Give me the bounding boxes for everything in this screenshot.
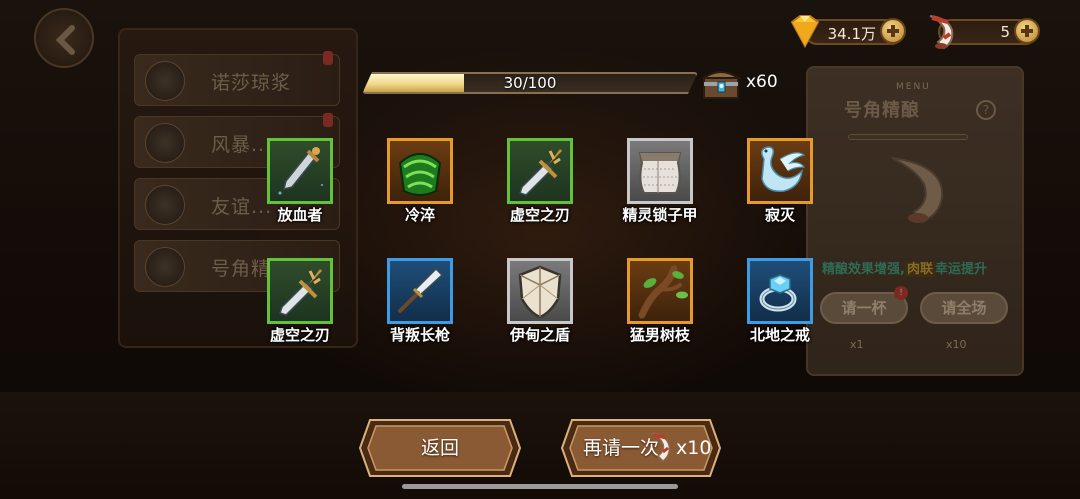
reward-item-name: 虚空之刃 <box>509 206 570 224</box>
menu-item-drink-1[interactable]: 诺莎琼浆 <box>134 51 340 106</box>
horn-drink-icon <box>891 157 944 224</box>
drink-icon <box>145 185 185 225</box>
green-armor-icon <box>387 138 453 204</box>
notification-dot <box>323 51 333 65</box>
reward-item[interactable]: 虚空之刃 <box>240 258 360 358</box>
reward-item[interactable]: 背叛长枪 <box>360 258 480 358</box>
progress-text: 30/100 <box>503 74 557 92</box>
reward-item-name: 背叛长枪 <box>389 326 450 344</box>
draw-again-button[interactable]: 再请一次 x10 <box>560 418 722 478</box>
horn-cup-icon <box>651 432 671 462</box>
home-indicator[interactable] <box>402 484 678 489</box>
reward-item-name: 精灵锁子甲 <box>622 206 698 224</box>
reward-item-name: 冷淬 <box>404 206 435 224</box>
add-diamond-button[interactable] <box>880 18 906 44</box>
ring-icon <box>747 258 813 324</box>
void-blade-icon <box>507 138 573 204</box>
chainmail-icon <box>627 138 693 204</box>
reward-item[interactable]: 精灵锁子甲 <box>600 138 720 238</box>
drink-progress-bar <box>848 134 968 140</box>
reward-item-name: 猛男树枝 <box>629 326 690 344</box>
shield-icon <box>507 258 573 324</box>
reward-item[interactable]: 北地之戒 <box>720 258 840 358</box>
reward-item-name: 北地之戒 <box>749 326 810 344</box>
reward-item-name: 伊甸之盾 <box>509 326 570 344</box>
treat-all-cost: x10 <box>946 338 967 351</box>
treat-one-cost: x1 <box>850 338 864 351</box>
reward-item[interactable]: 猛男树枝 <box>600 258 720 358</box>
void-blade-icon <box>267 258 333 324</box>
reward-item-name: 虚空之刃 <box>269 326 330 344</box>
treat-all-button[interactable]: 请全场 <box>920 292 1008 324</box>
reward-item[interactable]: 伊甸之盾 <box>480 258 600 358</box>
chest-count: x60 <box>746 72 778 92</box>
back-arrow-button[interactable] <box>34 8 94 68</box>
reward-item-name: 放血者 <box>277 206 323 224</box>
buff-description: 精酿效果增强, 肉联 幸运提升 <box>822 258 987 277</box>
dagger-icon <box>267 138 333 204</box>
notification-dot <box>323 113 333 127</box>
drink-icon <box>145 123 185 163</box>
back-arrow-icon <box>55 25 75 55</box>
menu-caption: MENU <box>896 82 931 92</box>
diamond-icon <box>790 15 820 48</box>
reward-item-name: 寂灭 <box>764 206 795 224</box>
menu-item-label: 诺莎琼浆 <box>211 72 292 94</box>
drink-title: 号角精酿 <box>844 100 920 121</box>
floor-area <box>0 392 1080 499</box>
horn-amount: 5 <box>1000 23 1010 41</box>
reward-item[interactable]: 放血者 <box>240 138 360 238</box>
buff-highlight: 肉联 <box>904 262 935 277</box>
reward-item[interactable]: 冷淬 <box>360 138 480 238</box>
help-button[interactable]: ? <box>976 100 996 120</box>
spear-icon <box>387 258 453 324</box>
notification-badge: ! <box>894 286 908 300</box>
drink-icon <box>145 61 185 101</box>
draw-again-cost: x10 <box>676 437 712 459</box>
reward-item[interactable]: 寂灭 <box>720 138 840 238</box>
diamond-amount: 34.1万 <box>827 25 876 43</box>
swan-wing-icon <box>747 138 813 204</box>
buff-text-tail: 幸运提升 <box>934 262 987 277</box>
return-button-label: 返回 <box>420 437 459 459</box>
tree-branch-icon <box>627 258 693 324</box>
add-horn-button[interactable] <box>1014 18 1040 44</box>
reward-item[interactable]: 虚空之刃 <box>480 138 600 238</box>
drink-icon <box>145 247 185 287</box>
horn-cup-icon <box>929 15 954 50</box>
return-button[interactable]: 返回 <box>358 418 522 478</box>
treasure-chest-icon[interactable] <box>700 64 742 102</box>
